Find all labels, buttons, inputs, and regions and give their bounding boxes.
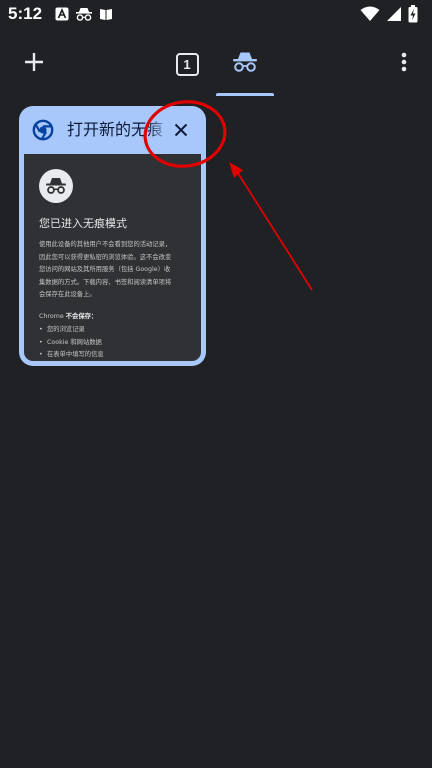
status-time: 5:12 — [8, 4, 43, 23]
list-item: • 在表单中填写的信息 — [39, 349, 104, 361]
tab-card-header: 打开新的无痕式标签页 — [19, 106, 206, 154]
not-saved-label: 不会保存： — [65, 313, 98, 320]
list-item: • 您的浏览记录 — [39, 324, 104, 337]
text-a-icon — [55, 6, 69, 25]
incognito-avatar-icon — [39, 169, 73, 203]
bullet: • — [39, 326, 43, 333]
description-line: 集数据的方式。下载内容、书签和阅读清单项将 — [39, 278, 172, 286]
list-item-text: 在表单中填写的信息 — [47, 351, 104, 358]
book-icon — [99, 6, 113, 25]
annotation-arrowhead — [229, 162, 243, 178]
status-bar: 5:12 — [0, 0, 432, 32]
status-icons-left — [55, 6, 113, 25]
close-tab-button[interactable] — [168, 118, 194, 144]
chrome-icon — [32, 119, 54, 141]
description-line: 会保存在此设备上。 — [39, 291, 96, 298]
description-line: 使用此设备的其他用户不会看到您的活动记录， — [39, 241, 172, 248]
list-item-text: Cookie 和网站数据 — [47, 338, 102, 346]
description-line: 您访问的网站及其所用服务（包括 Google）收 — [39, 266, 171, 273]
description-line: 因此您可以获得更私密的浏览体验。这不会改变 — [39, 253, 172, 261]
signal-icon — [386, 6, 402, 26]
list-item-text: 您的浏览记录 — [47, 326, 85, 333]
plus-icon — [23, 51, 45, 77]
list-item: • Cookie 和网站数据 — [39, 337, 104, 350]
status-icons-right — [360, 5, 418, 27]
tab-count-badge: 1 — [175, 52, 199, 76]
tab-normal-tabs[interactable]: 1 — [164, 42, 210, 86]
selected-tab-indicator — [216, 93, 274, 96]
annotation-arrow — [235, 169, 313, 291]
bullet: • — [39, 338, 43, 346]
more-vert-icon — [401, 52, 407, 76]
not-saved-list: • 您的浏览记录 • Cookie 和网站数据 • 在表单中填写的信息 — [39, 324, 104, 361]
incognito-icon — [232, 51, 258, 77]
tab-card[interactable]: 打开新的无痕式标签页 您已进入无痕模式 使用此设备的其他用户不会看到您的活动记录… — [19, 106, 206, 366]
incognito-heading: 您已进入无痕模式 — [39, 217, 127, 230]
more-options-button[interactable] — [382, 42, 426, 86]
close-icon — [174, 122, 188, 141]
incognito-description: 使用此设备的其他用户不会看到您的活动记录， 因此您可以获得更私密的浏览体验。这不… — [39, 239, 189, 302]
tab-thumbnail: 您已进入无痕模式 使用此设备的其他用户不会看到您的活动记录， 因此您可以获得更私… — [24, 154, 201, 361]
battery-charging-icon — [408, 5, 418, 27]
new-tab-button[interactable] — [12, 42, 56, 86]
tab-switcher-toolbar: 1 — [0, 32, 432, 96]
tab-incognito-tabs[interactable] — [216, 42, 274, 86]
not-saved-prefix: Chrome — [39, 313, 64, 320]
wifi-icon — [360, 6, 380, 26]
not-saved-title: Chrome 不会保存： — [39, 311, 97, 320]
incognito-small-icon — [75, 6, 93, 25]
bullet: • — [39, 351, 43, 358]
